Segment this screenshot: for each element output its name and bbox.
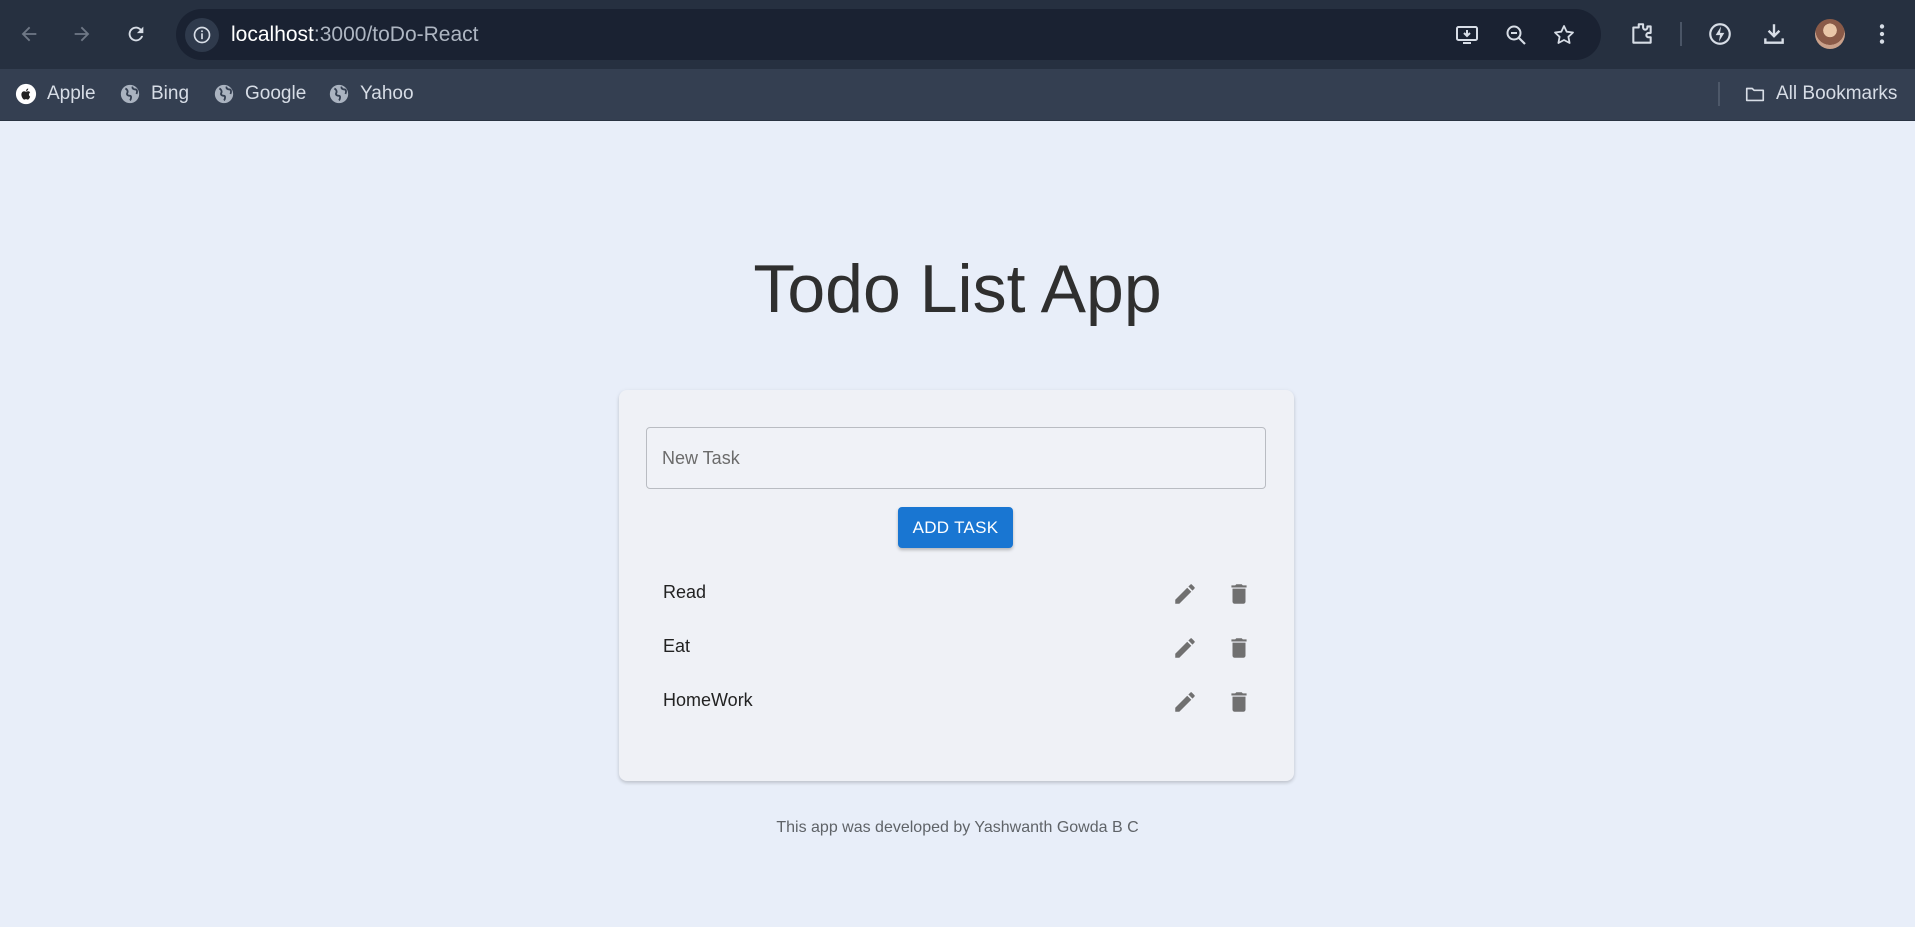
bookmark-label: Yahoo	[360, 83, 414, 104]
footer-credit: This app was developed by Yashwanth Gowd…	[776, 819, 1139, 836]
extensions-icon[interactable]	[1626, 18, 1658, 50]
task-text: Read	[663, 582, 707, 602]
task-text: Eat	[663, 636, 691, 656]
bookmark-star-icon[interactable]	[1551, 22, 1577, 48]
globe-icon	[327, 82, 351, 106]
all-bookmarks-button[interactable]: All Bookmarks	[1743, 80, 1897, 108]
arrow-right-icon	[74, 26, 90, 42]
bookmark-label: Bing	[151, 83, 190, 104]
info-icon	[193, 26, 211, 44]
browser-toolbar: localhost:3000/toDo-React	[0, 0, 1915, 69]
all-bookmarks-label: All Bookmarks	[1776, 83, 1898, 104]
pencil-icon	[1175, 584, 1195, 604]
task-row: Eat	[619, 624, 1294, 678]
arrow-left-icon	[21, 26, 37, 42]
reload-icon	[128, 26, 144, 42]
delete-task-button[interactable]	[1219, 628, 1259, 668]
add-task-button[interactable]: ADD TASK	[898, 507, 1013, 548]
url-path: :3000/toDo-React	[313, 23, 479, 46]
back-button[interactable]	[12, 17, 46, 51]
address-bar[interactable]: localhost:3000/toDo-React	[176, 9, 1601, 60]
apple-icon	[14, 82, 38, 106]
new-task-input[interactable]	[646, 427, 1266, 489]
task-list: Read Eat HomeWork	[619, 570, 1294, 732]
page-title: Todo List App	[753, 251, 1162, 327]
toolbar-divider	[1680, 22, 1682, 46]
edit-task-button[interactable]	[1165, 574, 1205, 614]
install-app-icon[interactable]	[1454, 22, 1480, 48]
bookmark-yahoo[interactable]: Yahoo	[327, 80, 414, 108]
task-row: HomeWork	[619, 678, 1294, 732]
bookmark-label: Apple	[47, 83, 96, 104]
trash-icon	[1231, 584, 1247, 604]
more-menu-icon[interactable]	[1866, 18, 1898, 50]
download-icon[interactable]	[1758, 18, 1790, 50]
globe-icon	[118, 82, 142, 106]
forward-button[interactable]	[65, 17, 99, 51]
globe-icon	[212, 82, 236, 106]
folder-icon	[1743, 82, 1767, 106]
profile-avatar[interactable]	[1815, 19, 1845, 49]
bookmark-google[interactable]: Google	[212, 80, 306, 108]
bookmark-apple[interactable]: Apple	[14, 80, 96, 108]
bookmark-label: Google	[245, 83, 307, 104]
trash-icon	[1231, 692, 1247, 712]
bookmarks-divider	[1718, 82, 1720, 106]
bookmark-bing[interactable]: Bing	[118, 80, 189, 108]
site-info-button[interactable]	[185, 18, 219, 52]
task-text: HomeWork	[663, 690, 753, 710]
url-text[interactable]: localhost:3000/toDo-React	[231, 23, 479, 47]
delete-task-button[interactable]	[1219, 574, 1259, 614]
delete-task-button[interactable]	[1219, 682, 1259, 722]
pencil-icon	[1175, 638, 1195, 658]
todo-card: ADD TASK Read Eat HomeWork	[619, 390, 1294, 781]
performance-icon[interactable]	[1704, 18, 1736, 50]
zoom-icon[interactable]	[1503, 22, 1529, 48]
url-host: localhost	[231, 23, 314, 46]
task-row: Read	[619, 570, 1294, 624]
edit-task-button[interactable]	[1165, 628, 1205, 668]
edit-task-button[interactable]	[1165, 682, 1205, 722]
pencil-icon	[1175, 692, 1195, 712]
bookmarks-bar: Apple Bing Google Yahoo All Bookmarks	[0, 69, 1915, 121]
reload-button[interactable]	[119, 17, 153, 51]
trash-icon	[1231, 638, 1247, 658]
